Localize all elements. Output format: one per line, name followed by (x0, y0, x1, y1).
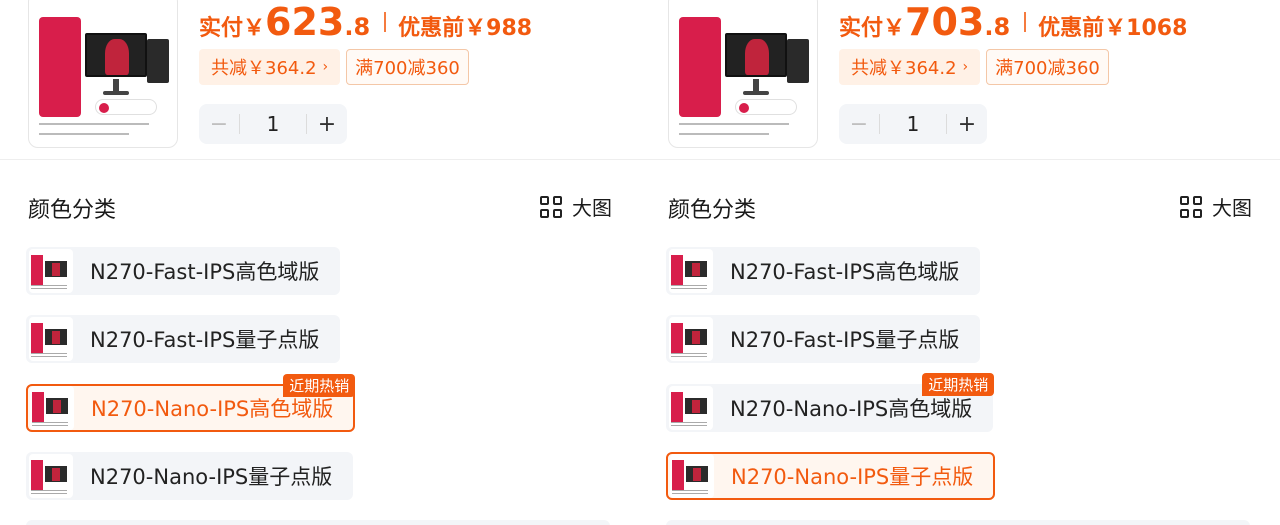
increment-button[interactable]: + (947, 112, 987, 137)
option-item-partial[interactable] (666, 520, 1250, 525)
product-panel-left: 实付￥ 623 .8 优惠前￥988 共减￥364.2 › 满700减360 −… (0, 0, 640, 525)
big-view-button[interactable]: 大图 (1180, 192, 1252, 221)
decrement-button[interactable]: − (199, 112, 239, 137)
price-decimal: .8 (344, 13, 371, 41)
section-title: 颜色分类 (668, 198, 757, 223)
warranty-badge-icon (95, 99, 157, 115)
coupon-tag: 满700减360 (346, 49, 469, 85)
price-separator (1024, 12, 1027, 32)
option-item-selected[interactable]: N270-Nano-IPS量子点版 (666, 452, 996, 500)
option-item[interactable]: N270-Fast-IPS高色域版 (666, 247, 981, 295)
option-thumbnail (30, 386, 74, 430)
spec-strip (39, 17, 81, 117)
quantity-stepper: − 1 + (839, 104, 987, 144)
grid-icon (540, 195, 562, 218)
original-price: 优惠前￥988 (398, 16, 533, 41)
option-thumbnail (669, 317, 713, 361)
coupon-tag: 满700减360 (986, 49, 1109, 85)
original-price: 优惠前￥1068 (1038, 16, 1188, 41)
option-thumbnail (29, 249, 73, 293)
option-label: N270-Nano-IPS高色域版 (730, 397, 973, 421)
option-thumbnail (669, 386, 713, 430)
monitor-image (675, 0, 811, 143)
chevron-right-icon: › (962, 59, 969, 75)
price-separator (384, 12, 387, 32)
price-integer: 623 (265, 0, 345, 44)
option-thumbnail (669, 249, 713, 293)
warranty-badge-icon (735, 99, 797, 115)
section-title: 颜色分类 (28, 198, 117, 223)
grid-icon (1180, 195, 1202, 218)
promo-row: 共减￥364.2 › 满700减360 (839, 49, 1109, 85)
quantity-value[interactable]: 1 (879, 114, 947, 134)
product-thumbnail[interactable] (28, 0, 178, 148)
option-item-partial[interactable] (26, 520, 610, 525)
option-item[interactable]: N270-Nano-IPS高色域版 近期热销 (666, 373, 995, 432)
big-view-label: 大图 (1212, 196, 1252, 220)
monitor-side-icon (787, 39, 809, 83)
divider (0, 159, 640, 160)
promo-row: 共减￥364.2 › 满700减360 (199, 49, 469, 85)
discount-text: 共减￥364.2 (211, 58, 317, 79)
discount-text: 共减￥364.2 (851, 58, 957, 79)
option-label: N270-Fast-IPS高色域版 (730, 260, 960, 284)
spec-line (679, 133, 769, 135)
price-decimal: .8 (984, 13, 1011, 41)
option-label: N270-Fast-IPS量子点版 (730, 328, 960, 352)
spec-strip (679, 17, 721, 117)
hot-sale-badge: 近期热销 (922, 373, 995, 396)
option-item[interactable]: N270-Fast-IPS量子点版 (666, 315, 981, 363)
monitor-base (103, 91, 129, 95)
monitor-icon (725, 33, 787, 77)
spec-line (39, 133, 129, 135)
big-view-button[interactable]: 大图 (540, 192, 612, 221)
monitor-base (743, 91, 769, 95)
option-item-selected[interactable]: N270-Nano-IPS高色域版 近期热销 (26, 374, 356, 432)
price-label: 实付￥ (199, 16, 266, 41)
option-item[interactable]: N270-Fast-IPS量子点版 (26, 315, 341, 363)
option-thumbnail (29, 454, 73, 498)
quantity-value[interactable]: 1 (239, 114, 307, 134)
big-view-label: 大图 (572, 196, 612, 220)
monitor-icon (85, 33, 147, 77)
increment-button[interactable]: + (307, 112, 347, 137)
spec-line (39, 123, 149, 125)
option-item[interactable]: N270-Fast-IPS高色域版 (26, 247, 341, 295)
decrement-button[interactable]: − (839, 112, 879, 137)
monitor-image (35, 0, 171, 143)
price-row: 实付￥ 703 .8 优惠前￥1068 (839, 2, 1187, 42)
option-label: N270-Fast-IPS量子点版 (90, 328, 320, 352)
divider (640, 159, 1280, 160)
option-label: N270-Nano-IPS量子点版 (90, 465, 333, 489)
price-row: 实付￥ 623 .8 优惠前￥988 (199, 2, 532, 42)
price-label: 实付￥ (839, 16, 906, 41)
monitor-side-icon (147, 39, 169, 83)
option-label: N270-Nano-IPS高色域版 (91, 397, 334, 421)
option-thumbnail (29, 317, 73, 361)
option-thumbnail (670, 454, 714, 498)
product-thumbnail[interactable] (668, 0, 818, 148)
option-item[interactable]: N270-Nano-IPS量子点版 (26, 452, 354, 500)
spec-line (679, 123, 789, 125)
option-label: N270-Nano-IPS量子点版 (731, 465, 974, 489)
discount-chip[interactable]: 共减￥364.2 › (199, 49, 341, 85)
price-integer: 703 (905, 0, 985, 44)
hot-sale-badge: 近期热销 (283, 374, 356, 397)
product-panel-right: 实付￥ 703 .8 优惠前￥1068 共减￥364.2 › 满700减360 … (640, 0, 1280, 525)
discount-chip[interactable]: 共减￥364.2 › (839, 49, 981, 85)
option-label: N270-Fast-IPS高色域版 (90, 260, 320, 284)
quantity-stepper: − 1 + (199, 104, 347, 144)
chevron-right-icon: › (322, 59, 329, 75)
